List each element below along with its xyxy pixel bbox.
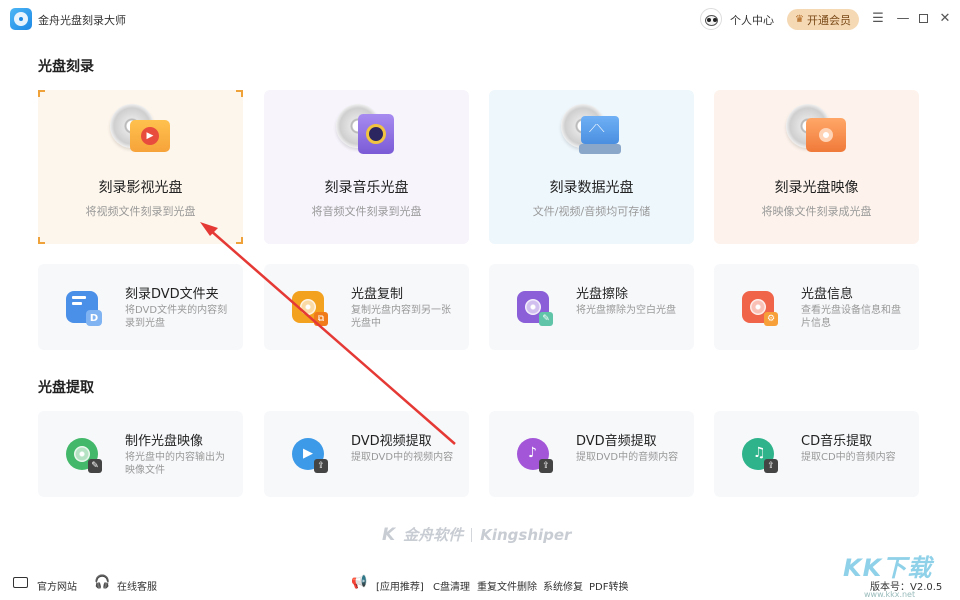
card-title: DVD视频提取 [351, 434, 432, 449]
disc-erase-icon: ✎ [517, 291, 553, 326]
monitor-icon [13, 577, 28, 588]
version-label: 版本号：V2.0.5 [870, 582, 943, 593]
burn-dvd-folder-card[interactable]: D 刻录DVD文件夹 将DVD文件夹的内容刻录到光盘 [38, 264, 243, 350]
card-desc: 将音频文件刻录到光盘 [311, 205, 422, 218]
card-title: CD音乐提取 [801, 434, 873, 449]
card-desc: 提取DVD中的视频内容 [351, 452, 454, 463]
card-title: 刻录音乐光盘 [324, 180, 409, 196]
dvd-folder-icon: D [66, 291, 102, 326]
card-desc: 将视频文件刻录到光盘 [85, 205, 196, 218]
disc-image-icon [784, 100, 850, 160]
card-desc: 查看光盘设备信息和盘片信息 [801, 305, 901, 329]
minimize-icon[interactable]: — [895, 10, 911, 26]
disc-info-card[interactable]: ⚙ 光盘信息 查看光盘设备信息和盘片信息 [714, 264, 919, 350]
online-service-link[interactable]: 在线客服 [117, 578, 157, 593]
footer-link-sys-repair[interactable]: 系统修复 [543, 578, 583, 593]
card-title: 制作光盘映像 [125, 434, 204, 449]
video-disc-icon: ▶ [108, 100, 174, 160]
cd-music-extract-icon: ♫ ⇪ [742, 438, 778, 473]
headset-icon: 🎧 [94, 575, 111, 590]
burn-music-disc-card[interactable]: 刻录音乐光盘 将音频文件刻录到光盘 [264, 90, 469, 244]
card-desc: 将光盘中的内容输出为映像文件 [125, 452, 225, 476]
vip-button-label: 开通会员 [806, 13, 851, 27]
card-desc: 将光盘擦除为空白光盘 [576, 305, 676, 316]
dvd-audio-extract-card[interactable]: ♪ ⇪ DVD音频提取 提取DVD中的音频内容 [489, 411, 694, 497]
card-desc: 提取CD中的音频内容 [801, 452, 896, 463]
user-avatar[interactable] [700, 8, 722, 30]
vip-button[interactable]: ♛ 开通会员 [787, 9, 859, 30]
footer-bar: 官方网站 🎧 在线客服 📢 [应用推荐] C盘清理 重复文件删除 系统修复 PD… [0, 572, 960, 596]
card-desc: 提取DVD中的音频内容 [576, 452, 679, 463]
dvd-video-extract-icon: ▶ ⇪ [292, 438, 328, 473]
burn-data-disc-card[interactable]: ⟋⟍ 刻录数据光盘 文件/视频/音频均可存储 [489, 90, 694, 244]
extract-section-title: 光盘提取 [38, 380, 94, 396]
menu-icon[interactable]: ☰ [870, 10, 886, 26]
maximize-icon[interactable] [915, 10, 931, 26]
brand-logo-icon: K [382, 524, 396, 545]
footer-link-dup-delete[interactable]: 重复文件删除 [477, 578, 537, 593]
crown-icon: ♛ [795, 14, 804, 25]
music-disc-icon [334, 100, 400, 160]
recommend-label: [应用推荐] [376, 582, 424, 593]
make-disc-image-card[interactable]: ✎ 制作光盘映像 将光盘中的内容输出为映像文件 [38, 411, 243, 497]
card-desc: 将DVD文件夹的内容刻录到光盘 [125, 305, 228, 329]
app-title: 金舟光盘刻录大师 [38, 14, 126, 27]
card-title: DVD音频提取 [576, 434, 657, 449]
app-logo-icon [10, 8, 32, 30]
user-center-link[interactable]: 个人中心 [730, 12, 774, 28]
cd-music-extract-card[interactable]: ♫ ⇪ CD音乐提取 提取CD中的音频内容 [714, 411, 919, 497]
dvd-audio-extract-icon: ♪ ⇪ [517, 438, 553, 473]
card-title: 刻录光盘映像 [774, 180, 859, 196]
card-title: 刻录DVD文件夹 [125, 287, 219, 302]
footer-link-pdf[interactable]: PDF转换 [589, 578, 628, 593]
burn-section-title: 光盘刻录 [38, 59, 94, 75]
burn-disc-image-card[interactable]: 刻录光盘映像 将映像文件刻录成光盘 [714, 90, 919, 244]
close-icon[interactable]: ✕ [937, 10, 953, 26]
burn-video-disc-card[interactable]: ▶ 刻录影视光盘 将视频文件刻录到光盘 [38, 90, 243, 244]
official-site-link[interactable]: 官方网站 [37, 578, 77, 593]
dvd-video-extract-card[interactable]: ▶ ⇪ DVD视频提取 提取DVD中的视频内容 [264, 411, 469, 497]
footer-link-c-clean[interactable]: C盘清理 [433, 578, 470, 593]
card-desc: 文件/视频/音频均可存储 [532, 205, 651, 218]
card-title: 光盘信息 [801, 287, 854, 302]
card-title: 刻录影视光盘 [98, 180, 183, 196]
disc-erase-card[interactable]: ✎ 光盘擦除 将光盘擦除为空白光盘 [489, 264, 694, 350]
disc-copy-icon: ⧉ [292, 291, 328, 326]
card-desc: 复制光盘内容到另一张光盘中 [351, 305, 451, 329]
card-desc: 将映像文件刻录成光盘 [761, 205, 872, 218]
data-disc-icon: ⟋⟍ [559, 100, 625, 160]
card-title: 刻录数据光盘 [549, 180, 634, 196]
brand-watermark: K 金舟软件 Kingshiper [382, 524, 571, 545]
megaphone-icon: 📢 [351, 575, 368, 590]
make-image-icon: ✎ [66, 438, 102, 473]
title-bar: 金舟光盘刻录大师 个人中心 ♛ 开通会员 ☰ — ✕ [0, 0, 960, 40]
brand-name-en: Kingshiper [480, 525, 572, 544]
card-title: 光盘擦除 [576, 287, 629, 302]
brand-name-cn: 金舟软件 [403, 526, 464, 544]
disc-info-icon: ⚙ [742, 291, 778, 326]
card-title: 光盘复制 [351, 287, 404, 302]
disc-copy-card[interactable]: ⧉ 光盘复制 复制光盘内容到另一张光盘中 [264, 264, 469, 350]
